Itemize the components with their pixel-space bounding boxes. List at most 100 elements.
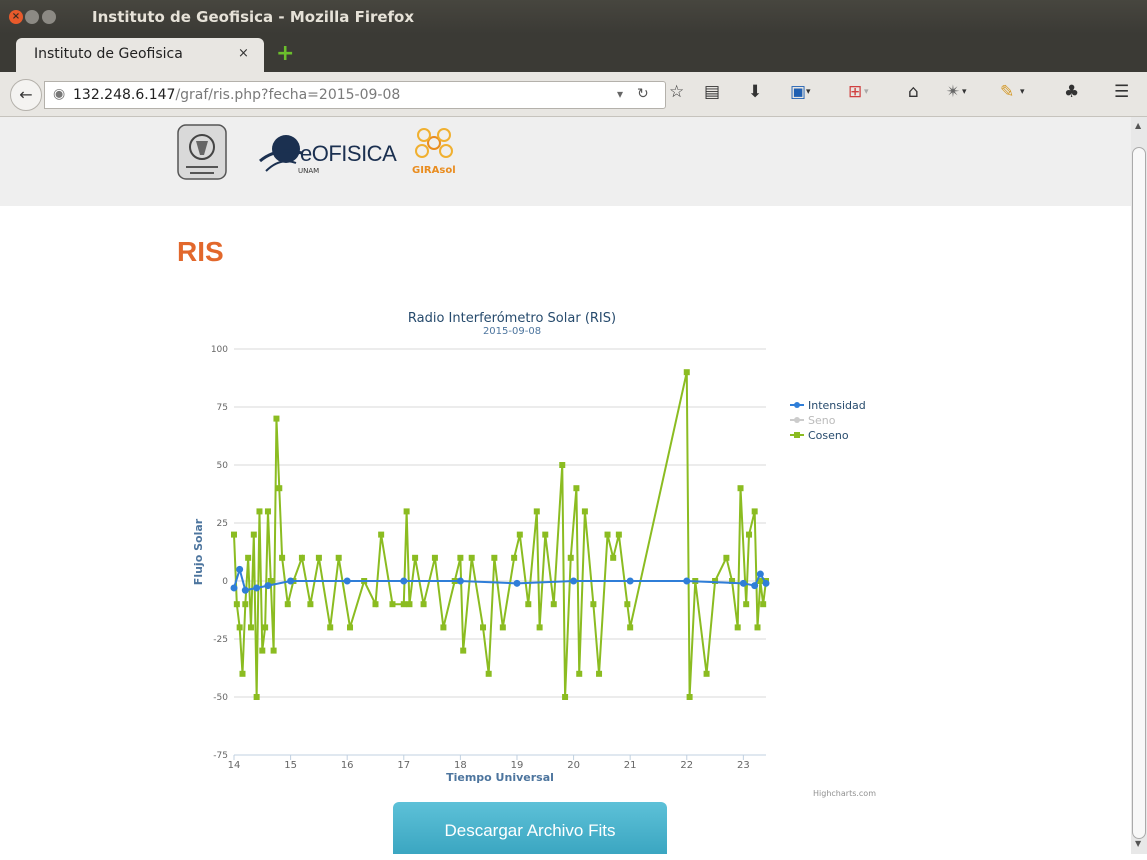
data-point-coseno [231, 531, 237, 538]
reading-list-icon[interactable]: ▤ [704, 82, 720, 102]
y-tick-label: 100 [211, 345, 228, 355]
data-point-intensidad [287, 577, 295, 585]
y-tick-label: 25 [217, 519, 228, 529]
addon-brush-dropdown-icon[interactable]: ▾ [1020, 82, 1025, 102]
data-point-coseno [746, 531, 753, 538]
data-point-coseno [406, 601, 413, 608]
reload-icon[interactable]: ↻ [637, 86, 649, 102]
data-point-coseno [536, 624, 543, 631]
window-minimize-button[interactable] [25, 10, 39, 24]
bookmark-star-icon[interactable]: ☆ [669, 82, 684, 102]
scroll-down-icon[interactable]: ▼ [1135, 839, 1141, 848]
data-point-coseno [431, 554, 438, 561]
scroll-up-icon[interactable]: ▲ [1135, 121, 1141, 130]
addon-red-icon[interactable]: ⊞ [848, 82, 862, 102]
url-bar[interactable]: ◉ 132.248.6.147/graf/ris.php?fecha=2015-… [44, 81, 666, 109]
data-point-coseno [250, 531, 257, 538]
scroll-thumb[interactable] [1132, 147, 1146, 839]
legend-label-intensidad: Intensidad [808, 399, 866, 412]
tab-close-icon[interactable]: × [238, 46, 249, 61]
series-line-coseno [233, 371, 767, 698]
back-button[interactable]: ← [10, 79, 42, 111]
data-point-coseno [233, 601, 240, 608]
save-dropdown-icon[interactable]: ▾ [806, 82, 811, 102]
data-point-coseno [273, 415, 280, 422]
x-tick-label: 19 [511, 760, 524, 771]
addon-bug-dropdown-icon[interactable]: ▾ [962, 82, 967, 102]
data-point-intensidad [400, 577, 408, 585]
chart-title: Radio Interferómetro Solar (RIS) [408, 311, 616, 326]
navigation-toolbar: ← ◉ 132.248.6.147/graf/ris.php?fecha=201… [0, 72, 1147, 117]
data-point-coseno [754, 624, 761, 631]
x-tick-label: 14 [228, 760, 241, 771]
data-point-coseno [372, 601, 379, 608]
legend-label-coseno: Coseno [808, 429, 849, 442]
data-point-intensidad [456, 577, 464, 585]
data-point-coseno [276, 485, 283, 492]
legend-marker-intensidad [794, 402, 800, 408]
data-point-coseno [347, 624, 354, 631]
data-point-intensidad [230, 584, 238, 592]
x-tick-label: 18 [454, 760, 467, 771]
data-point-coseno [491, 554, 498, 561]
data-point-coseno [573, 485, 580, 492]
window-close-button[interactable]: × [9, 10, 23, 24]
legend-marker-coseno [794, 432, 800, 438]
data-point-coseno [298, 554, 305, 561]
data-point-intensidad [241, 586, 249, 594]
x-tick-label: 17 [397, 760, 410, 771]
data-point-coseno [270, 647, 277, 654]
data-point-coseno [242, 601, 249, 608]
data-point-coseno [247, 624, 254, 631]
save-icon[interactable]: ▣ [790, 82, 806, 102]
addon-dropdown-icon[interactable]: ▾ [864, 82, 869, 102]
window-title: Instituto de Geofisica - Mozilla Firefox [92, 8, 415, 26]
page-scrollbar[interactable]: ▲ ▼ [1131, 117, 1147, 854]
y-tick-label: 50 [217, 461, 229, 471]
data-point-coseno [457, 554, 464, 561]
data-point-coseno [245, 554, 252, 561]
window-titlebar: × Instituto de Geofisica - Mozilla Firef… [0, 0, 1147, 34]
x-tick-label: 16 [341, 760, 354, 771]
legend-marker-seno [794, 417, 800, 423]
data-point-coseno [284, 601, 291, 608]
data-point-coseno [460, 647, 467, 654]
addon-bug-icon[interactable]: ✴ [946, 82, 960, 102]
new-tab-icon[interactable]: + [276, 43, 294, 65]
home-icon[interactable]: ⌂ [908, 82, 919, 102]
addon-dark-icon[interactable]: ♣ [1064, 82, 1079, 102]
data-point-coseno [412, 554, 419, 561]
data-point-coseno [279, 554, 286, 561]
addon-brush-icon[interactable]: ✎ [1000, 82, 1014, 102]
data-point-coseno [683, 369, 690, 376]
data-point-coseno [760, 601, 767, 608]
data-point-coseno [259, 647, 266, 654]
window-maximize-button[interactable] [42, 10, 56, 24]
url-dropdown-icon[interactable]: ▾ [617, 87, 623, 101]
data-point-coseno [737, 485, 744, 492]
menu-icon[interactable]: ☰ [1114, 82, 1129, 102]
site-header: eOFISICA UNAM GIRAsol [0, 117, 1131, 206]
data-point-coseno [627, 624, 634, 631]
tab-instituto[interactable]: Instituto de Geofisica × [16, 38, 264, 72]
y-tick-label: -25 [213, 635, 228, 645]
download-fits-button[interactable]: Descargar Archivo Fits [393, 802, 667, 854]
y-tick-label: 75 [217, 403, 228, 413]
data-point-coseno [576, 670, 583, 677]
data-point-coseno [743, 601, 750, 608]
download-icon[interactable]: ⬇ [748, 82, 762, 102]
unam-logo [177, 124, 227, 180]
y-tick-label: 0 [222, 577, 228, 587]
data-point-coseno [590, 601, 597, 608]
geofisica-logo-text: eOFISICA [300, 141, 397, 166]
data-point-coseno [542, 531, 549, 538]
data-point-intensidad [756, 570, 764, 578]
url-host: 132.248.6.147 [73, 87, 176, 103]
data-point-coseno [723, 554, 730, 561]
data-point-coseno [256, 508, 263, 515]
data-point-intensidad [343, 577, 351, 585]
x-tick-label: 20 [567, 760, 580, 771]
x-tick-label: 23 [737, 760, 750, 771]
x-tick-label: 22 [680, 760, 693, 771]
ris-chart: Radio Interferómetro Solar (RIS)2015-09-… [192, 311, 876, 798]
